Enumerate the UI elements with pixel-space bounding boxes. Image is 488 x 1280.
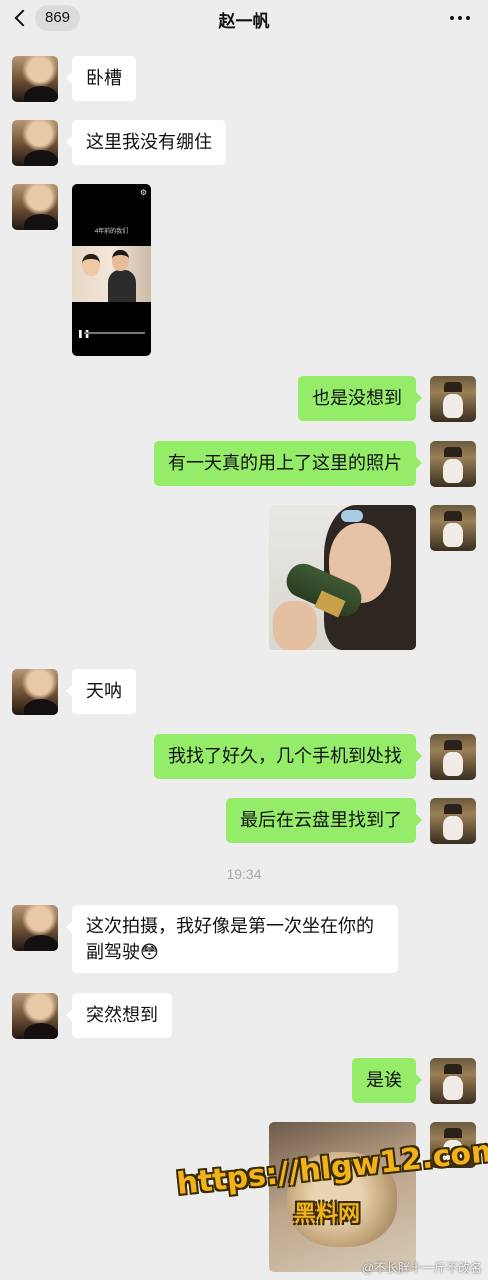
self-avatar[interactable] [430, 376, 476, 422]
contact-avatar[interactable] [12, 120, 58, 166]
message-bubble-sent[interactable]: 也是没想到 [298, 376, 422, 421]
gear-icon: ⚙ [139, 188, 147, 197]
message-bubble-sent[interactable]: 我找了好久，几个手机到处找 [154, 734, 422, 779]
contact-avatar[interactable] [12, 184, 58, 230]
watermark-signature: @不长胖十一斤不改名 [361, 1261, 482, 1275]
self-avatar[interactable] [430, 505, 476, 551]
contact-avatar[interactable] [12, 669, 58, 715]
self-avatar[interactable] [430, 798, 476, 844]
message-bubble-sent[interactable]: 最后在云盘里找到了 [226, 798, 422, 843]
chat-title: 赵一帆 [218, 12, 270, 31]
video-message-thumbnail[interactable]: ⚙ 4年前的我们 ❚❚ [72, 184, 151, 356]
self-avatar[interactable] [430, 441, 476, 487]
message-bubble-sent[interactable]: 是诶 [352, 1058, 422, 1103]
chat-header: 869 赵一帆 [0, 0, 488, 38]
image-message[interactable] [269, 505, 416, 650]
video-caption: 4年前的我们 [94, 229, 129, 235]
contact-avatar[interactable] [12, 905, 58, 951]
message-bubble-received[interactable]: 这次拍摄，我好像是第一次坐在你的副驾驶😳 [66, 905, 398, 973]
self-avatar[interactable] [430, 1058, 476, 1104]
more-options-icon[interactable] [450, 16, 470, 20]
self-avatar[interactable] [430, 734, 476, 780]
message-bubble-sent[interactable]: 有一天真的用上了这里的照片 [154, 441, 422, 486]
message-bubble-received[interactable]: 突然想到 [66, 993, 172, 1038]
video-progress-bar [84, 332, 145, 334]
message-bubble-received[interactable]: 卧槽 [66, 56, 136, 101]
watermark-site-name: 黑料网 [294, 1201, 361, 1226]
contact-avatar[interactable] [12, 993, 58, 1039]
message-timestamp: 19:34 [226, 866, 262, 882]
contact-avatar[interactable] [12, 56, 58, 102]
message-bubble-received[interactable]: 天呐 [66, 669, 136, 714]
message-bubble-received[interactable]: 这里我没有绷住 [66, 120, 226, 165]
